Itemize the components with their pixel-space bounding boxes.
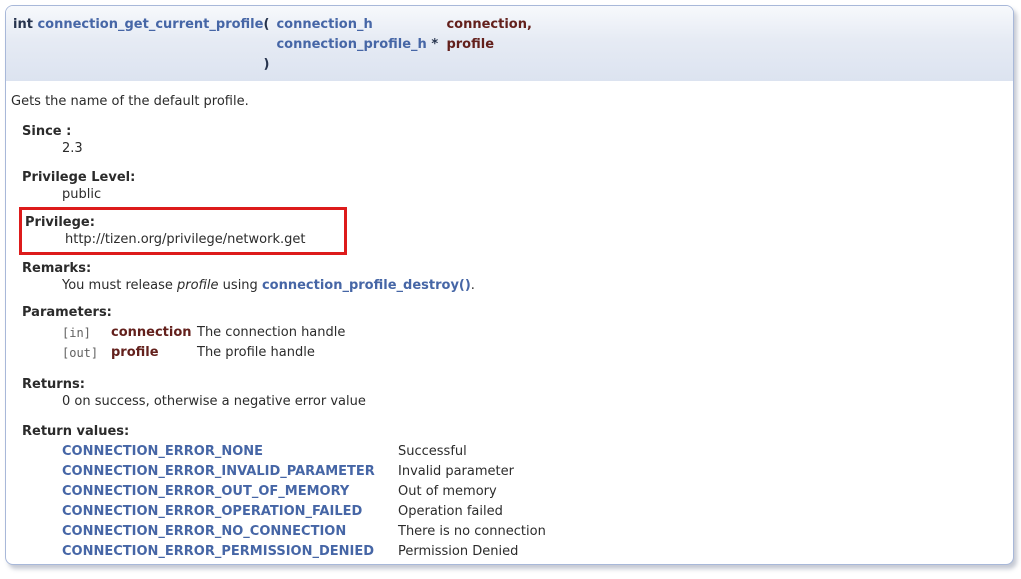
param-direction: [out] [62,343,111,363]
param-type-link-connection-profile-h[interactable]: connection_profile_h [276,37,426,52]
returns-label: Returns: [22,376,1008,393]
returns-value: 0 on success, otherwise a negative error… [62,393,1008,410]
function-description: Gets the name of the default profile. [11,93,1008,110]
empty-cell [13,55,263,75]
return-value-row: CONNECTION_ERROR_OPERATION_FAILED Operat… [62,502,546,522]
signature-row-1: int connection_get_current_profile ( con… [13,15,532,35]
return-value-cell: CONNECTION_ERROR_NONE [62,442,398,462]
return-value-row: CONNECTION_ERROR_INVALID_PARAMETER Inval… [62,462,546,482]
return-value-cell: CONNECTION_ERROR_PERMISSION_DENIED [62,542,398,562]
param-type-cell: connection_h [276,15,446,35]
return-value-description: Operation failed [398,502,546,522]
return-value-cell: CONNECTION_ERROR_NO_CONNECTION [62,522,398,542]
return-value-description: Permission Denied [398,542,546,562]
return-value-row: CONNECTION_ERROR_PERMISSION_DENIED Permi… [62,542,546,562]
signature-memname: int connection_get_current_profile [13,15,263,35]
return-value-link[interactable]: CONNECTION_ERROR_OPERATION_FAILED [62,504,362,519]
remarks-emphasis: profile [177,278,219,293]
return-value-link[interactable]: CONNECTION_ERROR_NONE [62,444,263,459]
privilege-value: http://tizen.org/privilege/network.get [65,231,344,248]
parameters-table: [in] connection The connection handle [o… [62,323,345,363]
remarks-text-middle: using [219,278,262,293]
since-label: Since : [22,123,1008,140]
empty-cell [446,55,531,75]
return-values-label: Return values: [22,423,1008,440]
return-value-link[interactable]: CONNECTION_ERROR_PERMISSION_DENIED [62,544,374,559]
section-parameters: Parameters: [in] connection The connecti… [22,304,1008,363]
return-value-row: CONNECTION_ERROR_OUT_OF_MEMORY Out of me… [62,482,546,502]
privilege-label: Privilege: [25,214,344,231]
parameter-row: [out] profile The profile handle [62,343,345,363]
privilege-level-value: public [62,186,1008,203]
connection-profile-destroy-link[interactable]: connection_profile_destroy() [262,278,471,293]
privilege-highlight-box: Privilege: http://tizen.org/privilege/ne… [19,207,347,255]
param-name-cell: profile [446,35,531,55]
function-signature-header: int connection_get_current_profile ( con… [6,6,1013,81]
remarks-label: Remarks: [22,260,1008,277]
param-direction: [in] [62,323,111,343]
return-value-description: There is no connection [398,522,546,542]
param-type-link-connection-h[interactable]: connection_h [276,17,372,32]
param-description: The profile handle [197,343,345,363]
pointer-star: * [431,37,438,52]
return-value-cell: CONNECTION_ERROR_OPERATION_FAILED [62,502,398,522]
section-return-values: Return values: CONNECTION_ERROR_NONE Suc… [22,423,1008,562]
return-value-row: CONNECTION_ERROR_NO_CONNECTION There is … [62,522,546,542]
return-value-cell: CONNECTION_ERROR_OUT_OF_MEMORY [62,482,398,502]
return-value-link[interactable]: CONNECTION_ERROR_OUT_OF_MEMORY [62,484,349,499]
remarks-text: You must release profile using connectio… [62,277,1008,294]
return-value-link[interactable]: CONNECTION_ERROR_NO_CONNECTION [62,524,346,539]
open-paren: ( [263,15,276,35]
return-value-description: Out of memory [398,482,546,502]
privilege-level-label: Privilege Level: [22,169,1008,186]
function-doc-card: int connection_get_current_profile ( con… [5,5,1014,565]
remarks-text-before: You must release [62,278,177,293]
remarks-text-after: . [471,278,475,293]
parameter-row: [in] connection The connection handle [62,323,345,343]
parameters-list: [in] connection The connection handle [o… [62,323,1008,363]
empty-cell [13,35,263,55]
return-value-row: CONNECTION_ERROR_NONE Successful [62,442,546,462]
function-doc-body: Gets the name of the default profile. Si… [6,81,1013,565]
param-description: The connection handle [197,323,345,343]
parameters-label: Parameters: [22,304,1008,321]
return-value-link[interactable]: CONNECTION_ERROR_INVALID_PARAMETER [62,464,375,479]
return-type: int [13,17,33,32]
empty-cell [276,55,446,75]
return-values-table: CONNECTION_ERROR_NONE Successful CONNECT… [62,442,546,562]
section-remarks: Remarks: You must release profile using … [22,260,1008,294]
param-name-cell: connection, [446,15,531,35]
empty-cell [263,35,276,55]
return-value-cell: CONNECTION_ERROR_INVALID_PARAMETER [62,462,398,482]
signature-table: int connection_get_current_profile ( con… [13,15,532,75]
signature-row-3: ) [13,55,532,75]
signature-row-2: connection_profile_h * profile [13,35,532,55]
param-name: profile [111,343,197,363]
section-privilege-level: Privilege Level: public [22,169,1008,203]
return-value-description: Successful [398,442,546,462]
section-since: Since : 2.3 [22,123,1008,157]
param-name: connection [111,323,197,343]
section-returns: Returns: 0 on success, otherwise a negat… [22,376,1008,410]
return-value-description: Invalid parameter [398,462,546,482]
return-values-list: CONNECTION_ERROR_NONE Successful CONNECT… [62,442,1008,562]
section-privilege: Privilege: http://tizen.org/privilege/ne… [25,214,344,248]
close-paren: ) [263,55,276,75]
param-type-cell: connection_profile_h * [276,35,446,55]
param-name-profile: profile [446,37,494,52]
param-name-connection: connection, [446,17,531,32]
function-name: connection_get_current_profile [37,17,263,32]
since-value: 2.3 [62,140,1008,157]
